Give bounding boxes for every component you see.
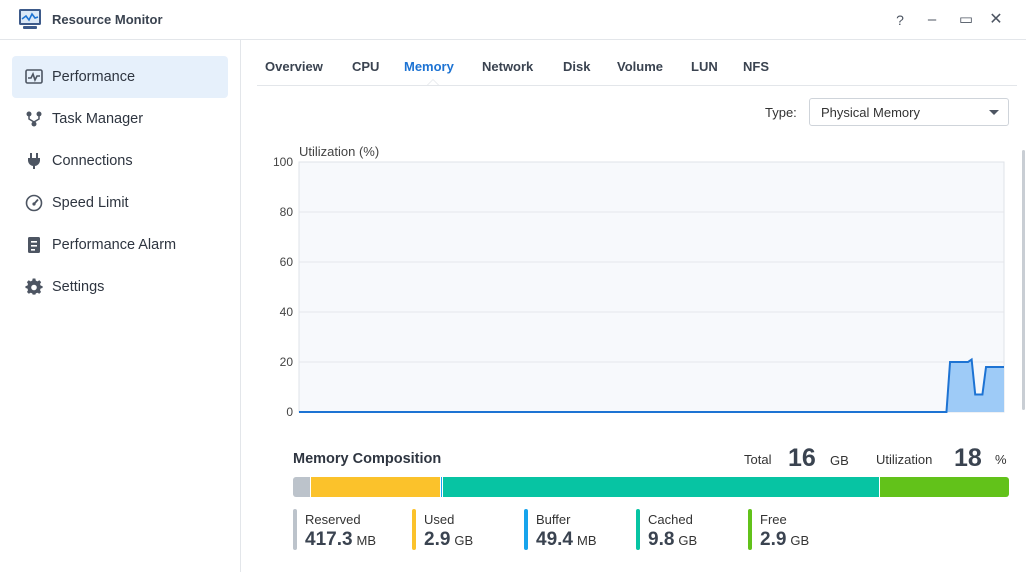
sidebar-item-label: Performance Alarm xyxy=(52,237,177,253)
y-tick-label: 0 xyxy=(286,405,293,419)
utilization-label: Utilization xyxy=(876,452,933,467)
composition-segment-cached xyxy=(443,477,880,497)
legend-color-bar xyxy=(636,509,640,550)
tab-cpu[interactable]: CPU xyxy=(352,59,379,74)
scrollbar-thumb[interactable] xyxy=(1022,150,1025,410)
composition-segment-reserved xyxy=(293,477,312,497)
legend-value: 9.8 GB xyxy=(648,529,698,550)
sidebar: Performance Task Manager Connections Spe… xyxy=(0,40,241,572)
sidebar-item-label: Settings xyxy=(52,279,105,295)
resource-monitor-app-icon xyxy=(19,9,41,29)
type-select[interactable]: Physical Memory xyxy=(809,98,1009,126)
title-bar: Resource Monitor ? – ▭ ✕ xyxy=(0,0,1026,40)
y-tick-label: 80 xyxy=(280,205,294,219)
utilization-value: 18 xyxy=(954,444,982,472)
task-manager-icon xyxy=(26,111,42,127)
type-label: Type: xyxy=(765,105,797,120)
active-tab-indicator xyxy=(427,79,439,85)
sidebar-item-label: Connections xyxy=(52,153,133,169)
y-tick-label: 40 xyxy=(280,305,294,319)
close-button[interactable]: ✕ xyxy=(986,10,1006,30)
memory-composition-bar xyxy=(293,477,1009,497)
tab-memory[interactable]: Memory xyxy=(404,59,454,74)
total-unit: GB xyxy=(830,453,849,468)
plug-icon xyxy=(28,153,40,169)
help-button[interactable]: ? xyxy=(890,10,910,30)
tab-overview[interactable]: Overview xyxy=(265,59,323,74)
window-title: Resource Monitor xyxy=(52,12,163,27)
legend-name: Reserved xyxy=(305,512,361,527)
sidebar-item-connections[interactable]: Connections xyxy=(12,140,228,182)
legend-value: 417.3 MB xyxy=(305,529,377,550)
utilization-chart: 0 20 40 60 80 100 xyxy=(273,155,1005,419)
sidebar-item-label: Speed Limit xyxy=(52,195,129,211)
tab-network[interactable]: Network xyxy=(482,59,533,74)
minimize-button[interactable]: – xyxy=(922,10,942,30)
total-value: 16 xyxy=(788,444,816,472)
legend-color-bar xyxy=(748,509,752,550)
alarm-clipboard-icon xyxy=(28,237,40,253)
tab-lun[interactable]: LUN xyxy=(691,59,718,74)
gear-icon xyxy=(25,278,43,295)
y-tick-label: 20 xyxy=(280,355,294,369)
y-tick-label: 100 xyxy=(273,155,293,169)
sidebar-item-label: Performance xyxy=(52,69,136,85)
legend-color-bar xyxy=(293,509,297,550)
composition-segment-free xyxy=(879,477,1009,497)
tab-nfs[interactable]: NFS xyxy=(743,59,769,74)
sidebar-item-label: Task Manager xyxy=(52,111,144,127)
sidebar-item-task-manager[interactable]: Task Manager xyxy=(12,98,228,140)
tab-bar: Overview CPU Memory Network Disk Volume … xyxy=(257,40,1017,86)
legend-name: Buffer xyxy=(536,512,571,527)
chevron-down-icon xyxy=(989,110,999,115)
sidebar-item-speed-limit[interactable]: Speed Limit xyxy=(12,182,228,224)
legend-value: 2.9 GB xyxy=(424,529,474,550)
tab-disk[interactable]: Disk xyxy=(563,59,590,74)
composition-segment-used xyxy=(311,477,441,497)
legend-name: Cached xyxy=(648,512,693,527)
sidebar-item-performance-alarm[interactable]: Performance Alarm xyxy=(12,224,228,266)
sidebar-item-performance[interactable]: Performance xyxy=(12,56,228,98)
legend-value: 2.9 GB xyxy=(760,529,810,550)
plot-area xyxy=(298,161,1005,413)
composition-title: Memory Composition xyxy=(293,451,442,467)
legend-value: 49.4 MB xyxy=(536,529,597,550)
performance-icon xyxy=(25,69,43,84)
speedometer-icon xyxy=(25,194,43,212)
total-label: Total xyxy=(744,452,772,467)
legend-color-bar xyxy=(524,509,528,550)
tab-volume[interactable]: Volume xyxy=(617,59,663,74)
legend-name: Free xyxy=(760,512,787,527)
y-tick-label: 60 xyxy=(280,255,294,269)
sidebar-item-settings[interactable]: Settings xyxy=(12,266,228,308)
type-select-value: Physical Memory xyxy=(821,105,920,120)
maximize-button[interactable]: ▭ xyxy=(956,10,976,30)
utilization-unit: % xyxy=(995,452,1007,467)
legend-name: Used xyxy=(424,512,455,527)
legend-color-bar xyxy=(412,509,416,550)
